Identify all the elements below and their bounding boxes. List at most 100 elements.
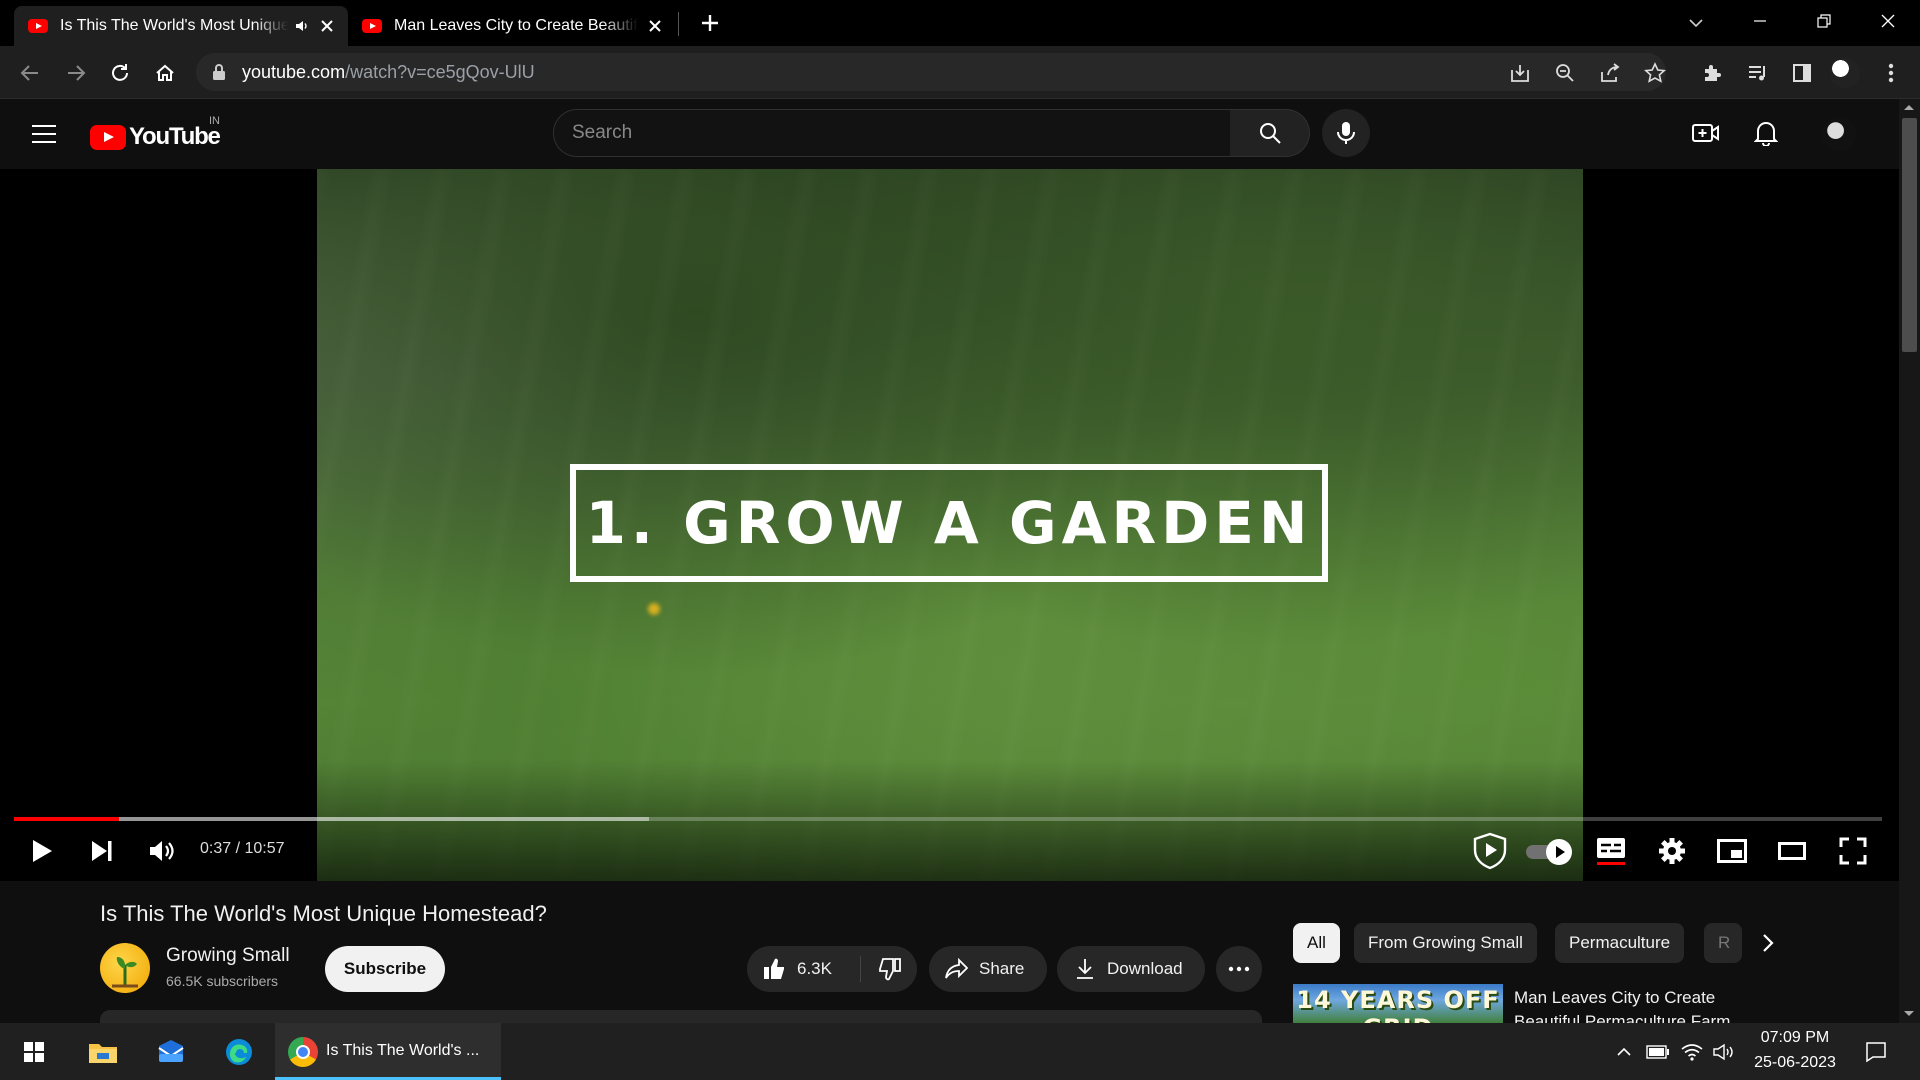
recommended-title[interactable]: Man Leaves City to Create Beautiful Perm… bbox=[1514, 986, 1754, 1024]
tab-search-chevron-icon[interactable] bbox=[1680, 7, 1712, 39]
dislike-button[interactable] bbox=[861, 946, 918, 992]
close-window-icon[interactable] bbox=[1872, 5, 1904, 37]
side-panel-icon[interactable] bbox=[1786, 57, 1818, 89]
gear-icon bbox=[1658, 837, 1686, 865]
install-app-icon[interactable] bbox=[1504, 57, 1536, 89]
thumbs-down-icon bbox=[877, 957, 901, 981]
theater-mode-button[interactable] bbox=[1768, 827, 1816, 875]
chip-permaculture[interactable]: Permaculture bbox=[1555, 923, 1685, 963]
autoplay-play-icon bbox=[1546, 839, 1572, 865]
notifications-bell-icon[interactable] bbox=[1750, 117, 1782, 149]
home-icon[interactable] bbox=[149, 57, 181, 89]
more-actions-button[interactable] bbox=[1216, 946, 1262, 992]
progress-bar-played bbox=[14, 817, 119, 821]
scroll-up-arrow-icon[interactable] bbox=[1903, 103, 1915, 111]
wifi-icon[interactable] bbox=[1676, 1036, 1708, 1068]
theater-mode-icon bbox=[1778, 842, 1806, 860]
notification-center-icon[interactable] bbox=[1860, 1036, 1892, 1068]
reload-icon[interactable] bbox=[104, 57, 136, 89]
restore-icon[interactable] bbox=[1808, 5, 1840, 37]
subtitles-button[interactable] bbox=[1587, 827, 1635, 875]
share-button[interactable]: Share bbox=[929, 946, 1047, 992]
share-arrow-icon bbox=[945, 958, 969, 980]
like-dislike-group: 6.3K bbox=[747, 946, 917, 992]
video-title: Is This The World's Most Unique Homestea… bbox=[100, 901, 547, 926]
scroll-down-arrow-icon[interactable] bbox=[1903, 1010, 1915, 1018]
profile-avatar[interactable] bbox=[1830, 58, 1860, 88]
chevron-right-icon bbox=[1761, 933, 1775, 953]
taskbar-clock-time[interactable]: 07:09 PM bbox=[1740, 1029, 1850, 1047]
bookmark-star-icon[interactable] bbox=[1639, 57, 1671, 89]
tray-chevron-up-icon[interactable] bbox=[1608, 1036, 1640, 1068]
url-text[interactable]: youtube.com/watch?v=ce5gQov-UlU bbox=[242, 62, 535, 83]
miniplayer-icon bbox=[1717, 839, 1747, 863]
search-input[interactable]: Search bbox=[553, 109, 1231, 157]
start-windows-icon[interactable] bbox=[18, 1036, 50, 1068]
share-page-icon[interactable] bbox=[1594, 57, 1626, 89]
shield-play-icon bbox=[1472, 832, 1508, 870]
miniplayer-button[interactable] bbox=[1708, 827, 1756, 875]
download-icon bbox=[1075, 958, 1095, 980]
description-box[interactable] bbox=[100, 1010, 1262, 1024]
browser-menu-kebab-icon[interactable] bbox=[1875, 57, 1907, 89]
hamburger-menu-icon[interactable] bbox=[28, 118, 60, 150]
subscribe-button[interactable]: Subscribe bbox=[325, 946, 445, 992]
sponsor-block-button[interactable] bbox=[1466, 827, 1514, 875]
tab-inactive[interactable]: Man Leaves City to Create Beautiful Perm… bbox=[362, 6, 676, 46]
closed-captions-icon bbox=[1596, 837, 1626, 865]
close-tab-icon[interactable] bbox=[646, 17, 664, 35]
file-explorer-icon[interactable] bbox=[87, 1036, 119, 1068]
download-label: Download bbox=[1107, 959, 1183, 978]
mute-button[interactable] bbox=[138, 827, 186, 875]
voice-search-button[interactable] bbox=[1322, 109, 1370, 157]
next-video-button[interactable] bbox=[78, 827, 126, 875]
minimize-icon[interactable] bbox=[1744, 5, 1776, 37]
skip-next-icon bbox=[90, 839, 114, 863]
country-code: IN bbox=[209, 115, 220, 127]
settings-button[interactable] bbox=[1648, 827, 1696, 875]
scrollbar-thumb[interactable] bbox=[1902, 118, 1917, 352]
channel-name[interactable]: Growing Small bbox=[166, 945, 290, 967]
like-count: 6.3K bbox=[797, 959, 832, 978]
chip-all[interactable]: All bbox=[1293, 923, 1340, 963]
account-avatar[interactable] bbox=[1822, 117, 1856, 151]
autoplay-toggle[interactable] bbox=[1526, 838, 1572, 866]
play-button[interactable] bbox=[18, 827, 66, 875]
chips-next-button[interactable] bbox=[1752, 927, 1784, 959]
zoom-icon[interactable] bbox=[1549, 57, 1581, 89]
new-tab-icon[interactable] bbox=[694, 7, 726, 39]
channel-avatar[interactable] bbox=[100, 943, 150, 993]
forward-arrow-icon[interactable] bbox=[60, 57, 92, 89]
search-button[interactable] bbox=[1230, 109, 1310, 157]
share-label: Share bbox=[979, 959, 1025, 978]
tab-divider bbox=[678, 12, 679, 36]
speaker-icon[interactable] bbox=[294, 18, 310, 34]
youtube-play-logo-icon bbox=[90, 124, 126, 150]
speaker-tray-icon[interactable] bbox=[1708, 1036, 1740, 1068]
fullscreen-icon bbox=[1839, 837, 1867, 865]
battery-icon[interactable] bbox=[1642, 1036, 1674, 1068]
play-icon bbox=[30, 838, 54, 864]
recommended-thumbnail[interactable]: 14 YEARS OFF GRID bbox=[1293, 984, 1503, 1024]
chrome-icon bbox=[288, 1037, 318, 1067]
chip-from-channel[interactable]: From Growing Small bbox=[1354, 923, 1537, 963]
close-tab-icon[interactable] bbox=[318, 17, 336, 35]
like-button[interactable]: 6.3K bbox=[747, 946, 860, 992]
download-button[interactable]: Download bbox=[1057, 946, 1205, 992]
tab-active[interactable]: Is This The World's Most Unique Homestea… bbox=[14, 6, 348, 46]
search-icon bbox=[1258, 121, 1282, 145]
taskbar-clock-date[interactable]: 25-06-2023 bbox=[1740, 1054, 1850, 1072]
subscriber-count: 66.5K subscribers bbox=[166, 973, 279, 989]
edge-browser-icon[interactable] bbox=[223, 1036, 255, 1068]
video-overlay-caption: 1. GROW A GARDEN bbox=[570, 464, 1328, 582]
fullscreen-button[interactable] bbox=[1829, 827, 1877, 875]
media-queue-icon[interactable] bbox=[1741, 57, 1773, 89]
youtube-logo[interactable]: YouTube bbox=[90, 123, 221, 151]
extensions-puzzle-icon[interactable] bbox=[1696, 57, 1728, 89]
chip-truncated[interactable]: R bbox=[1704, 923, 1742, 963]
volume-icon bbox=[148, 838, 176, 864]
lock-icon[interactable] bbox=[212, 63, 226, 81]
mail-app-icon[interactable] bbox=[155, 1036, 187, 1068]
back-arrow-icon[interactable] bbox=[14, 57, 46, 89]
create-video-icon[interactable] bbox=[1690, 117, 1722, 149]
